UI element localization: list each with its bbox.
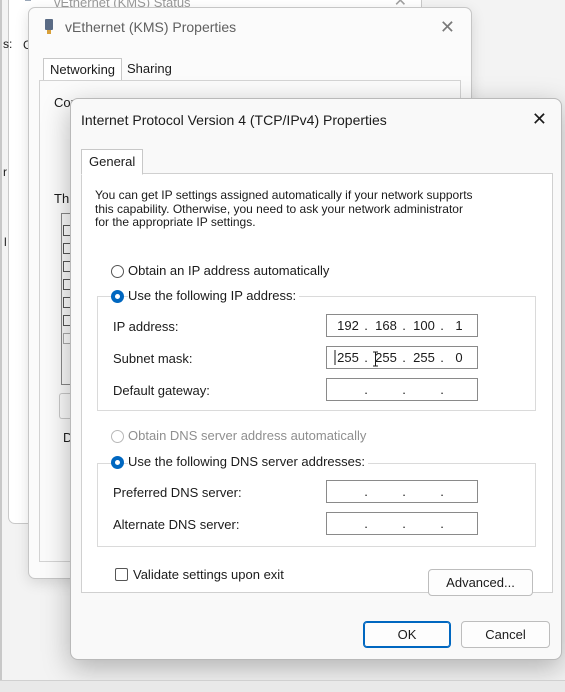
octet-separator: . bbox=[402, 318, 406, 333]
intro-line: for the appropriate IP settings. bbox=[95, 215, 256, 229]
octet: 1 bbox=[455, 318, 463, 333]
octet-separator: . bbox=[402, 516, 406, 531]
tab-general[interactable]: General bbox=[81, 149, 144, 175]
i-beam-cursor-icon bbox=[373, 351, 378, 367]
default-gateway-label: Default gateway: bbox=[113, 383, 210, 398]
network-adapter-icon bbox=[45, 19, 53, 34]
alternate-dns-label: Alternate DNS server: bbox=[113, 517, 240, 532]
taskbar-strip bbox=[0, 680, 565, 692]
use-following-ip-radio[interactable] bbox=[111, 290, 124, 303]
octet: 0 bbox=[455, 350, 463, 365]
octet-separator: . bbox=[364, 318, 368, 333]
obtain-dns-auto-radio[interactable] bbox=[111, 430, 124, 443]
subnet-mask-input[interactable]: 255. 255. 255. 0 bbox=[326, 346, 478, 369]
default-gateway-input[interactable]: . . . bbox=[326, 378, 478, 401]
intro-line: this capability. Otherwise, you need to … bbox=[95, 201, 463, 216]
octet: 100 bbox=[413, 318, 435, 333]
obtain-ip-auto-radio[interactable] bbox=[111, 265, 124, 278]
use-following-dns-radio[interactable] bbox=[111, 456, 124, 469]
tab-networking[interactable]: Networking bbox=[43, 58, 123, 81]
cancel-button[interactable]: Cancel bbox=[461, 621, 550, 648]
tab-sharing[interactable]: Sharing bbox=[121, 58, 178, 80]
ip-address-input[interactable]: 192. 168. 100. 1 bbox=[326, 314, 478, 337]
intro-line: You can get IP settings assigned automat… bbox=[95, 188, 473, 202]
octet-separator: . bbox=[364, 484, 368, 499]
octet: 255 bbox=[413, 350, 435, 365]
intro-text: You can get IP settings assigned automat… bbox=[95, 188, 535, 230]
octet-separator: . bbox=[364, 516, 368, 531]
octet-separator: . bbox=[364, 382, 368, 397]
obtain-ip-auto-label[interactable]: Obtain an IP address automatically bbox=[128, 263, 329, 278]
ipv4-properties-dialog: Internet Protocol Version 4 (TCP/IPv4) P… bbox=[70, 98, 562, 660]
text-cursor-icon bbox=[334, 350, 336, 365]
advanced-button[interactable]: Advanced... bbox=[428, 569, 533, 596]
properties-close-icon[interactable]: ✕ bbox=[440, 17, 455, 38]
octet-separator: . bbox=[364, 350, 368, 365]
bg-text-fragment: s: bbox=[3, 37, 13, 51]
bg-text-fragment: r bbox=[3, 165, 7, 179]
preferred-dns-input[interactable]: . . . bbox=[326, 480, 478, 503]
octet-separator: . bbox=[440, 382, 444, 397]
ok-button[interactable]: OK bbox=[363, 621, 451, 648]
desktop-edge bbox=[0, 0, 2, 691]
validate-settings-checkbox[interactable] bbox=[115, 568, 128, 581]
octet-separator: . bbox=[440, 516, 444, 531]
close-icon[interactable]: ✕ bbox=[532, 109, 547, 130]
octet: 168 bbox=[375, 318, 397, 333]
properties-window-title: vEthernet (KMS) Properties bbox=[65, 19, 237, 35]
use-following-dns-label[interactable]: Use the following DNS server addresses: bbox=[128, 454, 368, 469]
octet-separator: . bbox=[440, 484, 444, 499]
octet: 192 bbox=[337, 318, 359, 333]
octet-separator: . bbox=[402, 382, 406, 397]
dialog-title: Internet Protocol Version 4 (TCP/IPv4) P… bbox=[81, 112, 387, 128]
octet-separator: . bbox=[402, 484, 406, 499]
obtain-dns-auto-label[interactable]: Obtain DNS server address automatically bbox=[128, 428, 366, 443]
alternate-dns-input[interactable]: . . . bbox=[326, 512, 478, 535]
use-following-ip-label[interactable]: Use the following IP address: bbox=[128, 288, 300, 303]
subnet-mask-label: Subnet mask: bbox=[113, 351, 193, 366]
preferred-dns-label: Preferred DNS server: bbox=[113, 485, 242, 500]
network-adapter-icon bbox=[25, 0, 31, 1]
ip-address-label: IP address: bbox=[113, 319, 179, 334]
bg-text-fragment: l bbox=[4, 235, 7, 249]
octet-separator: . bbox=[402, 350, 406, 365]
validate-settings-label[interactable]: Validate settings upon exit bbox=[133, 567, 284, 582]
